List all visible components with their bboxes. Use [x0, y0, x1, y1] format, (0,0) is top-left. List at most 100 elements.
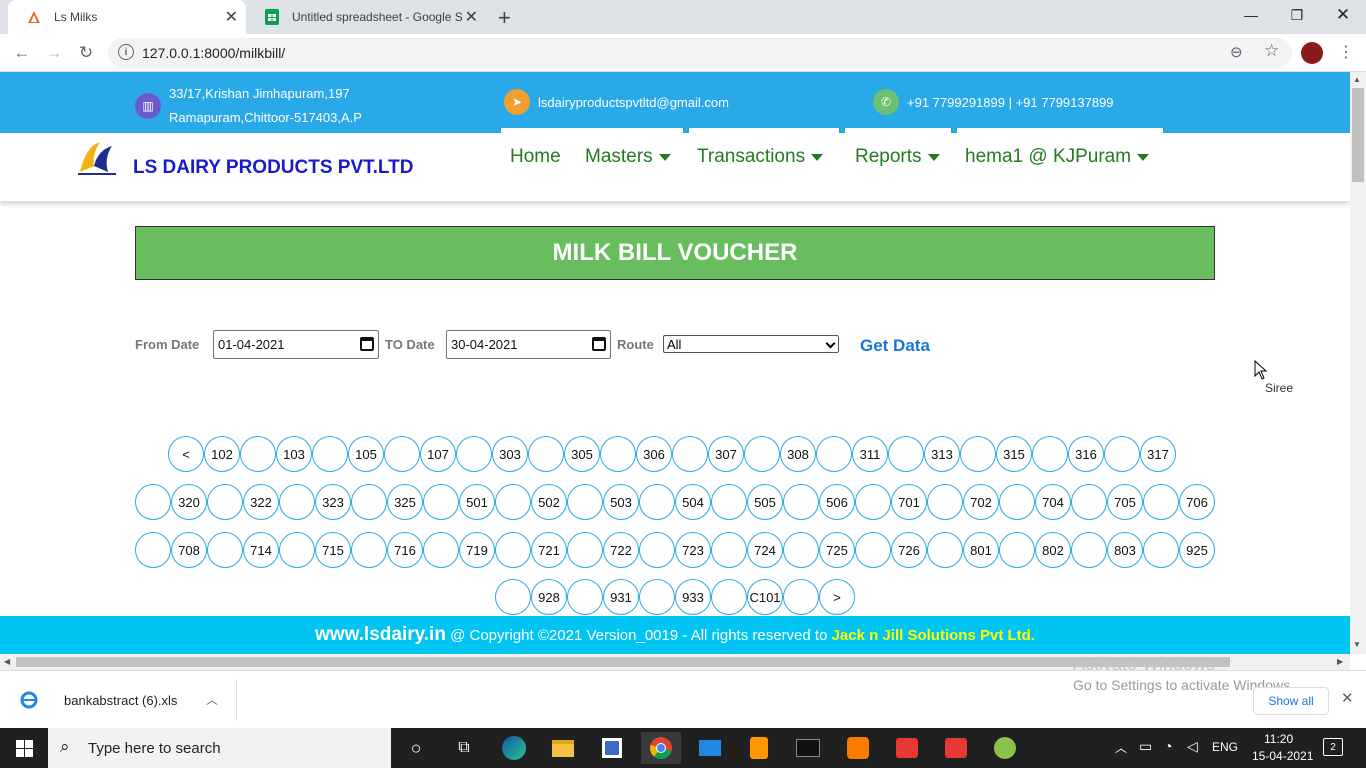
route-select[interactable]: All: [663, 335, 839, 353]
pager-route-button[interactable]: 315: [996, 436, 1032, 472]
pager-route-button[interactable]: 715: [315, 532, 351, 568]
pager-route-button[interactable]: 325: [387, 484, 423, 520]
new-tab-icon[interactable]: +: [498, 5, 511, 31]
bookmark-star-icon[interactable]: ☆: [1264, 41, 1279, 61]
close-icon[interactable]: ✕: [1341, 689, 1354, 707]
pager-blank-button[interactable]: [312, 436, 348, 472]
pager-route-button[interactable]: 716: [387, 532, 423, 568]
pager-route-button[interactable]: 313: [924, 436, 960, 472]
pager-route-button[interactable]: 705: [1107, 484, 1143, 520]
menu-transactions[interactable]: Transactions: [697, 146, 824, 168]
pager-route-button[interactable]: 303: [492, 436, 528, 472]
pager-route-button[interactable]: 503: [603, 484, 639, 520]
from-date-input[interactable]: 01-04-2021: [213, 330, 379, 359]
cortana-icon[interactable]: ○: [396, 732, 436, 764]
pager-blank-button[interactable]: [384, 436, 420, 472]
pager-blank-button[interactable]: [1071, 484, 1107, 520]
pager-route-button[interactable]: 721: [531, 532, 567, 568]
pager-route-button[interactable]: 719: [459, 532, 495, 568]
pager-blank-button[interactable]: [855, 532, 891, 568]
pager-blank-button[interactable]: [888, 436, 924, 472]
pager-route-button[interactable]: 704: [1035, 484, 1071, 520]
show-all-button[interactable]: Show all: [1253, 687, 1329, 715]
pager-route-button[interactable]: 506: [819, 484, 855, 520]
pager-route-button[interactable]: 502: [531, 484, 567, 520]
task-view-icon[interactable]: ⧉: [444, 732, 484, 764]
battery-icon[interactable]: ▭: [1139, 738, 1152, 755]
pager-blank-button[interactable]: [351, 484, 387, 520]
pager-route-button[interactable]: 723: [675, 532, 711, 568]
pager-route-button[interactable]: 103: [276, 436, 312, 472]
pager-route-button[interactable]: 504: [675, 484, 711, 520]
brand-name[interactable]: LS DAIRY PRODUCTS PVT.LTD: [133, 157, 413, 179]
wifi-icon[interactable]: ◔: [1164, 738, 1172, 754]
calendar-icon[interactable]: [360, 337, 374, 351]
pager-route-button[interactable]: 322: [243, 484, 279, 520]
pager-blank-button[interactable]: [927, 532, 963, 568]
clock-time[interactable]: 11:20: [1264, 732, 1293, 746]
restore-icon[interactable]: ❐: [1274, 0, 1320, 30]
pager-blank-button[interactable]: [423, 484, 459, 520]
pager-blank-button[interactable]: [567, 484, 603, 520]
pager-blank-button[interactable]: [639, 579, 675, 615]
window-close-icon[interactable]: ✕: [1320, 0, 1366, 30]
pager-route-button[interactable]: 803: [1107, 532, 1143, 568]
pager-blank-button[interactable]: [207, 532, 243, 568]
pager-route-button[interactable]: 320: [171, 484, 207, 520]
pager-blank-button[interactable]: [495, 484, 531, 520]
close-icon[interactable]: ✕: [465, 7, 478, 27]
pager-route-button[interactable]: 706: [1179, 484, 1215, 520]
pager-route-button[interactable]: 323: [315, 484, 351, 520]
chevron-up-icon[interactable]: ︿: [206, 691, 218, 708]
pager-route-button[interactable]: 316: [1068, 436, 1104, 472]
taskbar-search-box[interactable]: ⌕ Type here to search: [48, 728, 391, 768]
pager-blank-button[interactable]: [423, 532, 459, 568]
pager-blank-button[interactable]: [567, 532, 603, 568]
file-explorer-icon[interactable]: [543, 732, 583, 764]
pager-blank-button[interactable]: [639, 484, 675, 520]
pager-route-button[interactable]: 702: [963, 484, 999, 520]
terminal-icon[interactable]: [788, 732, 828, 764]
pager-blank-button[interactable]: [1032, 436, 1068, 472]
pager-blank-button[interactable]: [855, 484, 891, 520]
chevron-up-icon[interactable]: ︿: [1115, 739, 1127, 756]
clock-date[interactable]: 15-04-2021: [1252, 749, 1313, 763]
pager-blank-button[interactable]: [1071, 532, 1107, 568]
pager-blank-button[interactable]: [351, 532, 387, 568]
pager-route-button[interactable]: 928: [531, 579, 567, 615]
pager-route-button[interactable]: 931: [603, 579, 639, 615]
pager-blank-button[interactable]: [711, 532, 747, 568]
profile-avatar[interactable]: [1301, 42, 1323, 64]
pager-route-button[interactable]: 726: [891, 532, 927, 568]
address-bar[interactable]: i 127.0.0.1:8000/milkbill/ ⊖ ☆: [108, 38, 1292, 68]
menu-home[interactable]: Home: [510, 146, 561, 168]
pager-blank-button[interactable]: [783, 484, 819, 520]
sublime-text-icon[interactable]: [739, 732, 779, 764]
forward-icon[interactable]: →: [43, 42, 65, 64]
volume-icon[interactable]: ◁: [1187, 738, 1198, 755]
notification-icon[interactable]: 2: [1323, 738, 1343, 756]
scroll-down-icon[interactable]: ▼: [1353, 640, 1361, 649]
vertical-scrollbar[interactable]: ▲ ▼: [1350, 72, 1366, 654]
pager-route-button[interactable]: 505: [747, 484, 783, 520]
pager-blank-button[interactable]: [240, 436, 276, 472]
paint-icon[interactable]: [985, 732, 1025, 764]
pager-blank-button[interactable]: [1104, 436, 1140, 472]
pager-blank-button[interactable]: [999, 532, 1035, 568]
pager-blank-button[interactable]: [495, 579, 531, 615]
footer-site-link[interactable]: www.lsdairy.in: [315, 624, 446, 646]
pager-route-button[interactable]: C101: [747, 579, 783, 615]
pager-blank-button[interactable]: [528, 436, 564, 472]
store-icon[interactable]: [592, 732, 632, 764]
xampp-icon[interactable]: [838, 732, 878, 764]
pager-blank-button[interactable]: [495, 532, 531, 568]
pager-route-button[interactable]: 725: [819, 532, 855, 568]
windows-start-icon[interactable]: [4, 732, 44, 764]
scroll-thumb[interactable]: [16, 657, 1230, 667]
pager-blank-button[interactable]: [783, 532, 819, 568]
pager-route-button[interactable]: 107: [420, 436, 456, 472]
language-indicator[interactable]: ENG: [1212, 740, 1238, 754]
url-text[interactable]: 127.0.0.1:8000/milkbill/: [142, 45, 285, 61]
edge-icon[interactable]: [494, 732, 534, 764]
pager-route-button[interactable]: 311: [852, 436, 888, 472]
